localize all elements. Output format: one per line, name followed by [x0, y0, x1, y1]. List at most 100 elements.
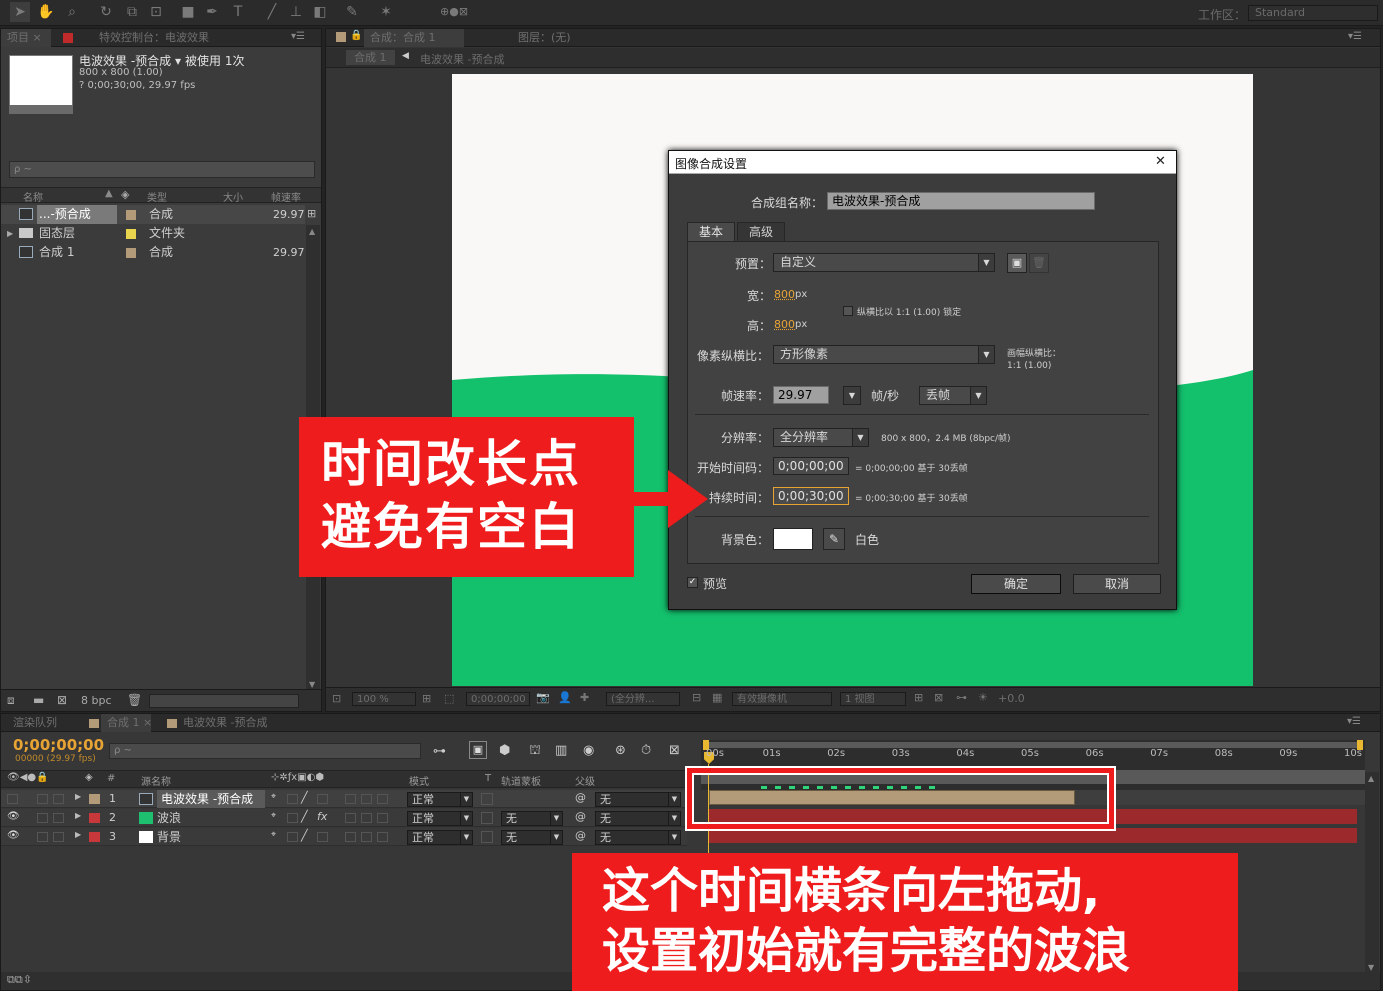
toggle-pixel-icon[interactable]: ⊞	[914, 691, 923, 704]
expand-arrow-icon[interactable]: ▶	[7, 224, 13, 243]
adjustment-switch[interactable]	[361, 832, 372, 842]
drop-frame-select[interactable]: 丢帧 ▼	[919, 386, 987, 405]
3d-draft-icon[interactable]: ⬢	[499, 743, 510, 758]
interpret-footage-icon[interactable]: ⧈	[7, 693, 15, 708]
lock-aspect-checkbox[interactable]	[843, 306, 853, 316]
solo-toggle[interactable]	[37, 813, 48, 823]
layer-name[interactable]: 背景	[157, 828, 181, 846]
axis-mode-icon[interactable]: ⊕●⊠	[440, 2, 468, 22]
visibility-eye-icon[interactable]: 👁	[7, 811, 20, 822]
project-hscroll[interactable]	[149, 694, 299, 708]
panel-menu-icon[interactable]: ▾☰	[1348, 31, 1362, 42]
new-folder-icon[interactable]: ▬	[33, 693, 44, 707]
preserve-transparency[interactable]	[481, 812, 493, 824]
layer-name[interactable]: 波浪	[157, 809, 181, 827]
show-snapshot-icon[interactable]: 👤	[558, 691, 572, 704]
lock-toggle[interactable]	[53, 832, 64, 842]
parent-select[interactable]: 无 ▼	[595, 830, 681, 845]
tab-composition[interactable]: 合成：合成 1	[364, 29, 464, 47]
hand-tool-icon[interactable]: ✋	[36, 2, 56, 22]
pixel-aspect-select[interactable]: 方形像素 ▼	[773, 345, 995, 364]
preview-checkbox[interactable]: ✓	[687, 577, 698, 588]
parent-select[interactable]: 无 ▼	[595, 792, 681, 807]
panel-menu-icon[interactable]: ▾☰	[291, 31, 305, 42]
delete-preset-icon[interactable]: 🗑	[1029, 253, 1049, 273]
preserve-transparency[interactable]	[481, 831, 493, 843]
roto-brush-tool-icon[interactable]: ✎	[342, 2, 362, 22]
parent-select[interactable]: 无 ▼	[595, 811, 681, 826]
comp-flow-icon[interactable]: 🔒	[350, 30, 362, 41]
bg-color-swatch[interactable]	[773, 528, 813, 550]
expand-arrow-icon[interactable]: ▶	[75, 830, 81, 839]
label-swatch[interactable]	[89, 832, 100, 842]
width-value[interactable]: 800	[774, 288, 795, 301]
motion-blur-switch[interactable]	[345, 813, 356, 823]
mode-select[interactable]: 正常 ▼	[407, 811, 473, 826]
frame-rate-field[interactable]: 29.97	[773, 386, 829, 404]
camera-select[interactable]: 有效摄像机	[732, 692, 832, 706]
pen-tool-icon[interactable]: ✒	[202, 2, 222, 22]
tab-advanced[interactable]: 高级	[737, 222, 785, 241]
col-source-name[interactable]: 源名称	[141, 773, 171, 788]
layer-name[interactable]: 电波效果 -预合成	[157, 790, 265, 808]
tab-project[interactable]: 项目 ×	[1, 29, 51, 47]
panel-menu-icon[interactable]: ▾☰	[1347, 716, 1361, 727]
fx-switch[interactable]	[317, 832, 328, 842]
brush-tool-icon[interactable]: ╱	[262, 2, 282, 22]
tab-layer[interactable]: 图层：(无)	[512, 29, 582, 47]
snapshot-icon[interactable]: 📷	[536, 691, 550, 704]
close-icon[interactable]: ✕	[1155, 154, 1166, 169]
pan-behind-tool-icon[interactable]: ⊡	[146, 2, 166, 22]
timeline-search-input[interactable]: ρ ~	[109, 743, 421, 759]
tab-timeline-precomp[interactable]: 电波效果 -预合成	[177, 714, 273, 732]
col-parent[interactable]: 父级	[575, 773, 595, 788]
transparency-grid-icon[interactable]: ▦	[712, 691, 722, 704]
live-update-icon[interactable]: ▣	[469, 741, 487, 759]
col-track-matte[interactable]: 轨道蒙板	[501, 773, 541, 788]
label-swatch[interactable]	[89, 794, 100, 804]
collapse-switch[interactable]	[287, 813, 298, 823]
ok-button[interactable]: 确定	[971, 574, 1061, 594]
project-row-comp1[interactable]: 合成 1 合成 29.97	[1, 243, 305, 262]
zoom-tool-icon[interactable]: ⌕	[62, 2, 82, 22]
lock-toggle[interactable]	[53, 794, 64, 804]
track-matte-select[interactable]: 无 ▼	[501, 811, 563, 826]
shy-icon[interactable]: ⛫	[529, 743, 541, 760]
fx-switch-icon[interactable]: fx	[317, 810, 327, 823]
layer-bar-bg[interactable]	[709, 828, 1357, 843]
pickwhip-icon[interactable]: @	[575, 791, 586, 804]
tab-basic[interactable]: 基本	[687, 222, 735, 242]
cancel-button[interactable]: 取消	[1073, 574, 1161, 594]
always-preview-icon[interactable]: ⊡	[332, 692, 341, 705]
motion-blur-icon[interactable]: ◉	[583, 743, 594, 758]
timeline-icon[interactable]: ⊠	[934, 691, 943, 704]
frame-rate-select[interactable]: ▼	[843, 386, 861, 405]
puppet-tool-icon[interactable]: ✶	[376, 2, 396, 22]
shy-switch-icon[interactable]: ⌖	[271, 811, 276, 821]
adjustment-switch[interactable]	[361, 813, 372, 823]
3d-switch[interactable]	[377, 813, 388, 823]
col-name[interactable]: 名称	[23, 189, 43, 204]
layer-row[interactable]: ▶ 1 电波效果 -预合成 ⌖ ╱ 正常 ▼ @ 无 ▼	[1, 790, 687, 808]
pickwhip-icon[interactable]: @	[575, 829, 586, 842]
zoom-select[interactable]: 100 %	[352, 692, 416, 706]
collapse-switch[interactable]	[287, 794, 298, 804]
layer-row[interactable]: 👁 ▶ 2 波浪 ⌖ ╱ fx 正常 ▼ 无 ▼ @ 无 ▼	[1, 809, 687, 827]
channel-icon[interactable]: ✚	[580, 691, 589, 704]
shy-switch-icon[interactable]: ⌖	[271, 830, 276, 840]
comp-flowchart-icon[interactable]: ⊶	[956, 691, 967, 704]
quality-switch-icon[interactable]: ╱	[301, 791, 308, 804]
preset-select[interactable]: 自定义 ▼	[773, 253, 995, 272]
graph-editor-icon[interactable]: ⊠	[669, 743, 680, 758]
camera-tool-icon[interactable]: ⧉	[122, 2, 142, 22]
toggle-switches-icon[interactable]: ⧉⧉⇳	[7, 973, 32, 987]
trash-icon[interactable]: 🗑	[127, 693, 142, 707]
rotate-tool-icon[interactable]: ↻	[96, 2, 116, 22]
resolution-select[interactable]: 全分辨率 ▼	[773, 428, 869, 447]
solo-toggle[interactable]	[37, 794, 48, 804]
flowchart-icon[interactable]: ⊞	[307, 207, 316, 220]
bpc-label[interactable]: 8 bpc	[81, 694, 112, 707]
visibility-toggle[interactable]	[7, 794, 18, 804]
lock-toggle[interactable]	[53, 813, 64, 823]
expand-arrow-icon[interactable]: ▶	[75, 792, 81, 801]
